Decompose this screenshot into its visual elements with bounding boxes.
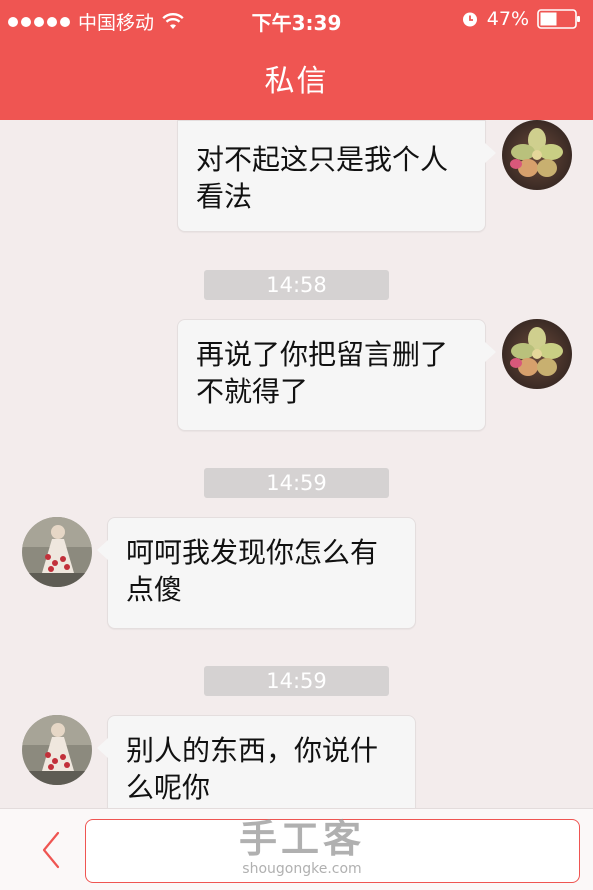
doll-avatar-image [22,715,92,785]
timestamp: 14:59 [204,468,389,498]
message-text: 别人的东西，你说什么呢你 [126,734,379,804]
bubble-tail [485,143,496,163]
timestamp: 14:58 [204,270,389,300]
app-header: 中国移动 下午3:39 47% 私信 [0,0,593,120]
contact-avatar[interactable] [22,715,92,785]
timestamp: 14:59 [204,666,389,696]
bubble-tail [485,342,496,362]
alarm-icon [462,12,477,27]
bubble-tail [97,738,108,758]
my-avatar[interactable] [502,120,572,190]
battery-icon [537,9,580,29]
succulent-avatar-image [502,120,572,190]
back-chevron-icon[interactable] [32,829,68,871]
status-bar-right: 47% [461,8,581,30]
status-bar: 中国移动 下午3:39 47% [0,0,593,40]
contact-avatar[interactable] [22,517,92,587]
my-avatar[interactable] [502,319,572,389]
message-input[interactable] [85,819,580,883]
composer-bar [0,808,593,890]
message-text: 对不起这只是我个人看法 [196,143,449,213]
bubble-tail [97,540,108,560]
message-bubble-incoming[interactable]: 呵呵我发现你怎么有点傻 [97,517,416,629]
page-title: 私信 [264,64,329,99]
message-bubble-incoming[interactable]: 别人的东西，你说什么呢你 [97,715,416,808]
message-list[interactable]: 对不起这只是我个人看法 14:58 再说了你把留言删了不就得了 14:59 呵呵… [0,120,593,808]
message-bubble-outgoing[interactable]: 对不起这只是我个人看法 [177,120,496,232]
doll-avatar-image [22,517,92,587]
message-text: 呵呵我发现你怎么有点傻 [126,536,379,606]
message-bubble-outgoing[interactable]: 再说了你把留言删了不就得了 [177,319,496,431]
battery-percent: 47% [486,8,529,30]
message-text: 再说了你把留言删了不就得了 [196,338,449,408]
succulent-avatar-image [502,319,572,389]
